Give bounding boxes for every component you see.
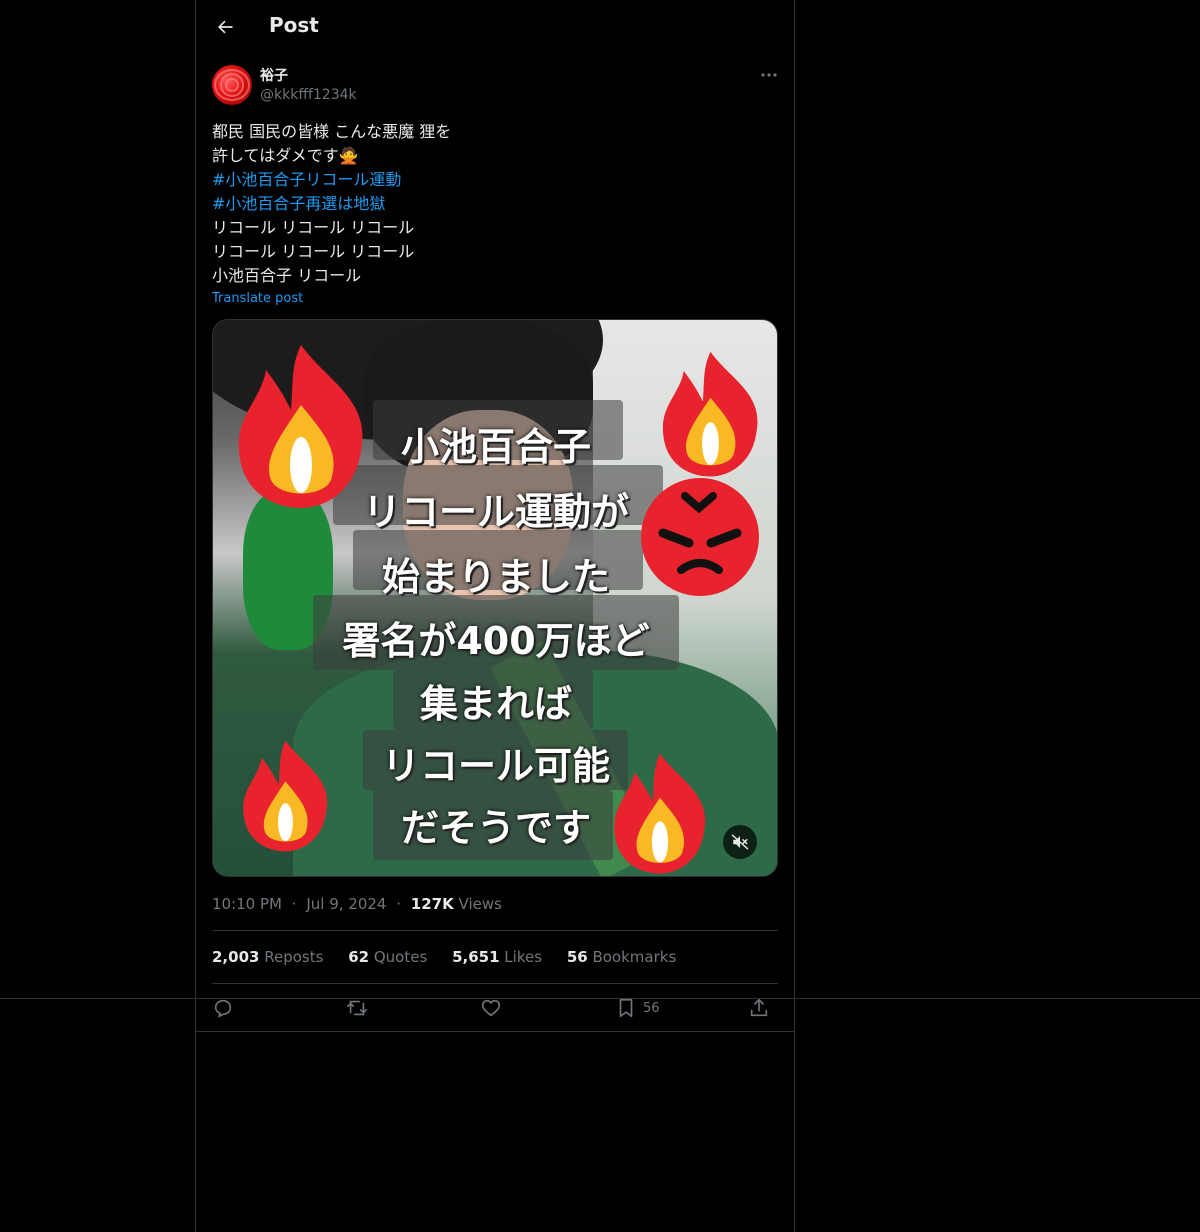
- post-text: 都民 国民の皆様 こんな悪魔 狸を 許してはダメです🙅 #小池百合子リコール運動…: [212, 120, 451, 288]
- post-text-line: 小池百合子 リコール: [212, 266, 362, 285]
- post-stats: 2,003 Reposts 62 Quotes 5,651 Likes 56 B…: [212, 948, 696, 966]
- flame-icon: [238, 345, 363, 508]
- post-text-line: リコール リコール リコール: [212, 218, 415, 237]
- post-text-line: 許してはダメです🙅: [212, 146, 359, 165]
- meta-separator: ·: [291, 895, 297, 913]
- main-column: Post 裕子 @kkkfff1234k 都民 国民の皆様 こんな悪魔 狸を 許…: [195, 0, 795, 1232]
- reposts-stat[interactable]: 2,003 Reposts: [212, 948, 323, 966]
- views-count: 127K: [410, 895, 454, 913]
- like-button[interactable]: [480, 995, 502, 1021]
- post-text-line: リコール リコール リコール: [212, 242, 415, 261]
- flame-icon: [662, 351, 758, 477]
- overlay-text: 署名が400万ほど: [342, 619, 650, 663]
- reply-button[interactable]: [212, 995, 234, 1021]
- flame-icon: [614, 753, 706, 874]
- hashtag-link[interactable]: #小池百合子再選は地獄: [212, 192, 451, 216]
- post-date[interactable]: Jul 9, 2024: [306, 895, 386, 913]
- back-arrow-icon: [218, 20, 233, 34]
- bookmarks-stat[interactable]: 56 Bookmarks: [567, 948, 676, 966]
- overlay-text: 集まれば: [419, 682, 572, 726]
- action-bar: 56: [212, 995, 778, 1021]
- mute-icon: [731, 834, 749, 850]
- post-video[interactable]: 小池百合子 リコール運動が 始まりました 署名が400万ほど 集まれば リコール…: [212, 319, 778, 877]
- repost-icon: [347, 1000, 367, 1016]
- like-icon: [481, 999, 501, 1017]
- flame-icon: [243, 740, 328, 852]
- divider: [196, 1031, 794, 1032]
- meta-separator: ·: [396, 895, 402, 913]
- post-time[interactable]: 10:10 PM: [212, 895, 282, 913]
- post-meta: 10:10 PM · Jul 9, 2024 · 127K Views: [212, 895, 502, 913]
- bookmark-icon: [619, 998, 633, 1018]
- author-display-name[interactable]: 裕子: [260, 65, 288, 85]
- avatar[interactable]: [212, 65, 252, 105]
- reply-icon: [214, 999, 232, 1018]
- repost-button[interactable]: [346, 995, 368, 1021]
- share-button[interactable]: [748, 995, 770, 1021]
- divider: [212, 930, 778, 931]
- likes-stat[interactable]: 5,651 Likes: [452, 948, 542, 966]
- bookmark-count: 56: [643, 1000, 660, 1016]
- divider: [212, 983, 778, 984]
- unmute-button[interactable]: [723, 825, 757, 859]
- quotes-stat[interactable]: 62 Quotes: [348, 948, 427, 966]
- share-icon: [750, 998, 768, 1017]
- author-handle[interactable]: @kkkfff1234k: [260, 87, 357, 103]
- page-title: Post: [269, 13, 319, 37]
- hashtag-link[interactable]: #小池百合子リコール運動: [212, 168, 451, 192]
- more-button[interactable]: [758, 66, 780, 84]
- post-header: Post: [196, 0, 794, 54]
- more-icon: [761, 73, 777, 77]
- angry-face-icon: [641, 478, 759, 596]
- bookmark-button[interactable]: 56: [615, 995, 660, 1021]
- views-label: Views: [458, 895, 502, 913]
- translate-post-link[interactable]: Translate post: [212, 291, 303, 306]
- back-button[interactable]: [208, 10, 242, 44]
- post-text-line: 都民 国民の皆様 こんな悪魔 狸を: [212, 122, 452, 141]
